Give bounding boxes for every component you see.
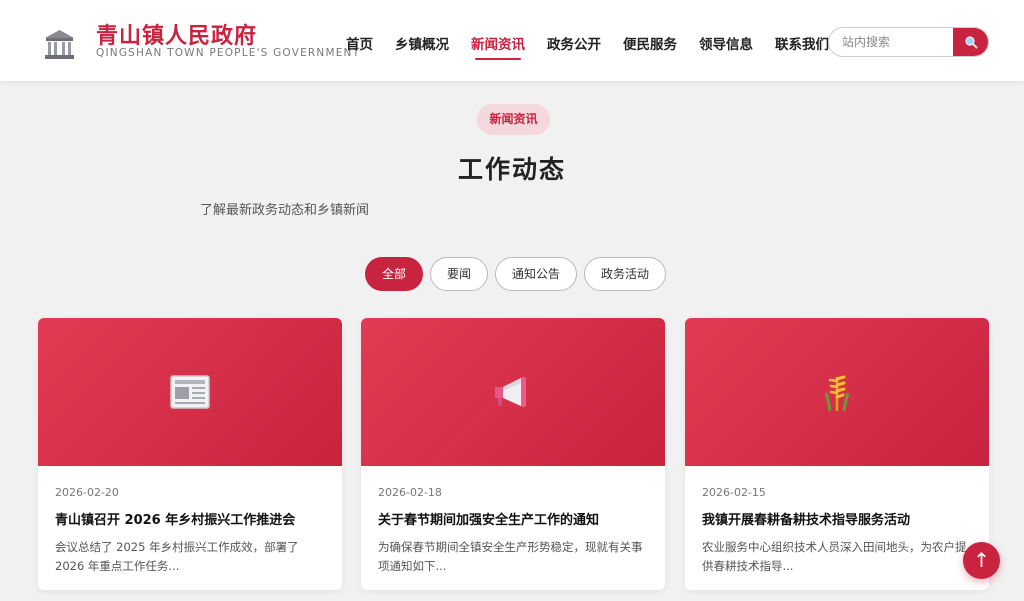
arrow-up-icon: ↑: [973, 548, 990, 572]
news-card[interactable]: 2026-02-20 青山镇召开 2026 年乡村振兴工作推进会 会议总结了 2…: [38, 318, 342, 590]
nav-item-home[interactable]: 首页: [346, 33, 373, 53]
nav-item-public-affairs[interactable]: 政务公开: [547, 33, 601, 53]
card-summary: 会议总结了 2025 年乡村振兴工作成效，部署了 2026 年重点工作任务...: [55, 540, 299, 573]
news-card[interactable]: 2026-02-18 关于春节期间加强安全生产工作的通知 为确保春节期间全镇安全…: [361, 318, 665, 590]
site-header: 青山镇人民政府 QINGSHAN TOWN PEOPLE'S GOVERNMEN…: [0, 0, 1024, 81]
nav-item-news[interactable]: 新闻资讯: [471, 33, 525, 60]
card-title[interactable]: 青山镇召开 2026 年乡村振兴工作推进会: [55, 509, 330, 528]
brand-name-en: QINGSHAN TOWN PEOPLE'S GOVERNMENT: [96, 47, 361, 59]
filter-notices[interactable]: 通知公告: [495, 257, 578, 291]
wheat-icon: [824, 375, 850, 412]
search-icon: [964, 36, 977, 49]
filter-all[interactable]: 全部: [365, 257, 424, 291]
main-nav: 首页 乡镇概况 新闻资讯 政务公开 便民服务 领导信息 联系我们: [346, 33, 851, 60]
card-image: [38, 318, 342, 466]
newspaper-icon: [170, 375, 210, 409]
nav-item-leaders[interactable]: 领导信息: [699, 33, 753, 53]
category-filters: 全部 要闻 通知公告 政务活动: [365, 257, 673, 291]
page-subtitle: 了解最新政务动态和乡镇新闻: [200, 203, 370, 218]
megaphone-icon: [495, 377, 526, 407]
card-image: [361, 318, 665, 466]
nav-item-town-overview[interactable]: 乡镇概况: [395, 33, 449, 53]
card-summary: 为确保春节期间全镇安全生产形势稳定，现就有关事项通知如下...: [378, 540, 643, 573]
nav-item-contact[interactable]: 联系我们: [775, 33, 829, 53]
page-title: 工作动态: [457, 155, 566, 184]
card-title[interactable]: 我镇开展春耕备耕技术指导服务活动: [702, 509, 977, 528]
government-building-icon[interactable]: [43, 28, 76, 61]
section-tag: 新闻资讯: [477, 104, 550, 135]
card-date: 2026-02-15: [702, 486, 766, 499]
card-summary: 农业服务中心组织技术人员深入田间地头，为农户提供春耕技术指导...: [702, 540, 967, 573]
search-button[interactable]: [953, 28, 988, 56]
card-date: 2026-02-20: [55, 486, 119, 499]
card-image: [685, 318, 989, 466]
back-to-top-button[interactable]: ↑: [963, 542, 1000, 579]
search-box: [828, 27, 989, 57]
nav-item-services[interactable]: 便民服务: [623, 33, 677, 53]
filter-headlines[interactable]: 要闻: [430, 257, 489, 291]
filter-activities[interactable]: 政务活动: [584, 257, 667, 291]
search-input[interactable]: [829, 28, 955, 56]
card-date: 2026-02-18: [378, 486, 442, 499]
brand-name-cn[interactable]: 青山镇人民政府: [96, 18, 257, 50]
news-card[interactable]: 2026-02-15 我镇开展春耕备耕技术指导服务活动 农业服务中心组织技术人员…: [685, 318, 989, 590]
card-title[interactable]: 关于春节期间加强安全生产工作的通知: [378, 509, 653, 528]
